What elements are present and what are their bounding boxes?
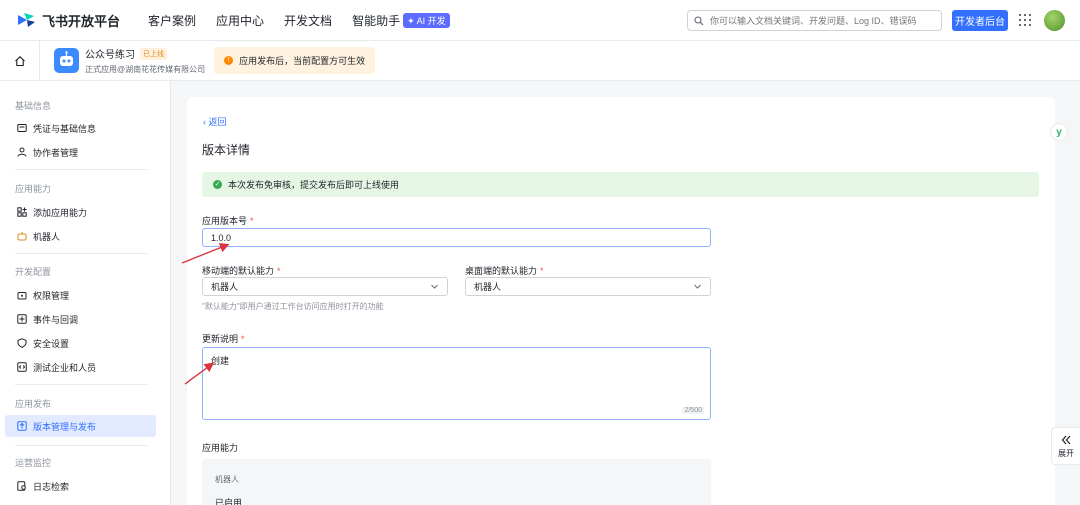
- desktop-default-select[interactable]: 机器人: [465, 277, 711, 296]
- sidebar-item-log-search[interactable]: 日志检索: [5, 475, 156, 497]
- section-basic-info: 基础信息: [15, 101, 52, 111]
- nav-assistant[interactable]: 智能助手 ✦ AI 开发: [352, 12, 450, 29]
- search-box[interactable]: [687, 10, 942, 31]
- log-search-icon: [17, 481, 27, 491]
- feishu-logo-icon: [16, 12, 36, 28]
- top-nav: 飞书开放平台 客户案例 应用中心 开发文档 智能助手 ✦ AI 开发 开发者后台: [0, 0, 1080, 41]
- version-label: 应用版本号 *: [202, 216, 254, 226]
- check-circle-icon: ✓: [213, 180, 222, 189]
- ai-badge: ✦ AI 开发: [403, 12, 450, 28]
- warning-icon: !: [224, 56, 234, 65]
- app-org: 正式应用@湖南花花传媒有限公司: [85, 65, 206, 74]
- divider: [15, 384, 147, 385]
- sidebar-item-robot[interactable]: 机器人: [5, 225, 156, 247]
- upload-icon: [17, 421, 27, 431]
- nav-app-center[interactable]: 应用中心: [216, 12, 264, 29]
- robot-icon: [17, 231, 27, 241]
- mobile-default-select[interactable]: 机器人: [202, 277, 448, 296]
- section-publish: 应用发布: [15, 399, 52, 409]
- assistant-float-icon[interactable]: y: [1050, 123, 1068, 141]
- version-input[interactable]: 1.0.0: [202, 228, 711, 247]
- shield-icon: [17, 338, 27, 348]
- nav-assistant-label: 智能助手: [352, 13, 401, 28]
- version-detail-card: ‹ 返回 版本详情 ✓ 本次发布免审核，提交发布后即可上线使用 应用版本号 * 1…: [187, 97, 1055, 505]
- char-counter: 2/500: [682, 407, 704, 414]
- search-input[interactable]: [710, 15, 930, 26]
- logo[interactable]: 飞书开放平台: [16, 11, 120, 30]
- sidebar-item-credentials[interactable]: 凭证与基础信息: [5, 117, 156, 139]
- section-capabilities: 应用能力: [15, 184, 52, 194]
- app-robot-icon: [54, 48, 79, 73]
- back-link[interactable]: ‹ 返回: [203, 115, 227, 128]
- divider: [15, 169, 147, 170]
- app-name: 公众号练习: [85, 50, 135, 61]
- nav-cases[interactable]: 客户案例: [148, 12, 196, 29]
- double-chevron-left-icon: [1061, 435, 1071, 444]
- default-capability-hint: "默认能力"即用户通过工作台访问应用时打开的功能: [202, 302, 384, 311]
- sidebar-item-permissions[interactable]: 权限管理: [5, 284, 156, 306]
- publish-notice: ! 应用发布后，当前配置方可生效: [214, 47, 376, 74]
- chevron-down-icon: [431, 284, 438, 289]
- developer-console-button[interactable]: 开发者后台: [952, 10, 1008, 31]
- grid-add-icon: [17, 207, 27, 217]
- lock-icon: [17, 290, 27, 300]
- sidebar-item-security[interactable]: 安全设置: [5, 332, 156, 354]
- update-notes-textarea[interactable]: 创建 2/500: [202, 347, 711, 420]
- apps-grid-icon[interactable]: [1019, 14, 1031, 26]
- page-title: 版本详情: [202, 143, 251, 157]
- desktop-default-label: 桌面端的默认能力 *: [465, 266, 544, 276]
- user-icon: [17, 147, 27, 157]
- mobile-default-label: 移动端的默认能力 *: [202, 266, 281, 276]
- divider: [15, 253, 147, 254]
- nav-docs[interactable]: 开发文档: [284, 12, 332, 29]
- capability-section-label: 应用能力: [202, 443, 239, 453]
- sidebar-item-collaborators[interactable]: 协作者管理: [5, 141, 156, 163]
- logo-text: 飞书开放平台: [42, 13, 121, 29]
- sidebar-item-add-capability[interactable]: 添加应用能力: [5, 201, 156, 223]
- success-notice: ✓ 本次发布免审核，提交发布后即可上线使用: [202, 172, 1039, 197]
- chevron-down-icon: [694, 284, 701, 289]
- credential-icon: [17, 123, 27, 133]
- code-icon: [17, 362, 27, 372]
- sidebar-item-version-management[interactable]: 版本管理与发布: [5, 415, 156, 437]
- home-button[interactable]: [0, 40, 40, 81]
- section-monitoring: 运营监控: [15, 458, 52, 468]
- app-header: 公众号练习 已上线 正式应用@湖南花花传媒有限公司 ! 应用发布后，当前配置方可…: [0, 40, 1080, 81]
- notes-label: 更新说明 *: [202, 334, 245, 344]
- status-badge: 已上线: [140, 47, 167, 60]
- divider: [15, 445, 147, 446]
- event-icon: [17, 314, 27, 324]
- sidebar: 基础信息 凭证与基础信息 协作者管理 应用能力 添加应用能力 机器人 开发配置 …: [0, 81, 171, 505]
- search-icon: [694, 15, 704, 25]
- home-icon: [14, 55, 25, 66]
- capability-status: 已启用: [215, 498, 243, 505]
- capability-name: 机器人: [215, 475, 239, 484]
- section-dev-config: 开发配置: [15, 267, 52, 277]
- sidebar-item-events[interactable]: 事件与回调: [5, 308, 156, 330]
- publish-notice-text: 应用发布后，当前配置方可生效: [239, 56, 366, 66]
- avatar[interactable]: [1044, 10, 1065, 31]
- capability-box: 机器人 已启用: [202, 459, 711, 505]
- expand-panel-button[interactable]: 展开: [1051, 427, 1080, 465]
- sidebar-item-test-org[interactable]: 测试企业和人员: [5, 356, 156, 378]
